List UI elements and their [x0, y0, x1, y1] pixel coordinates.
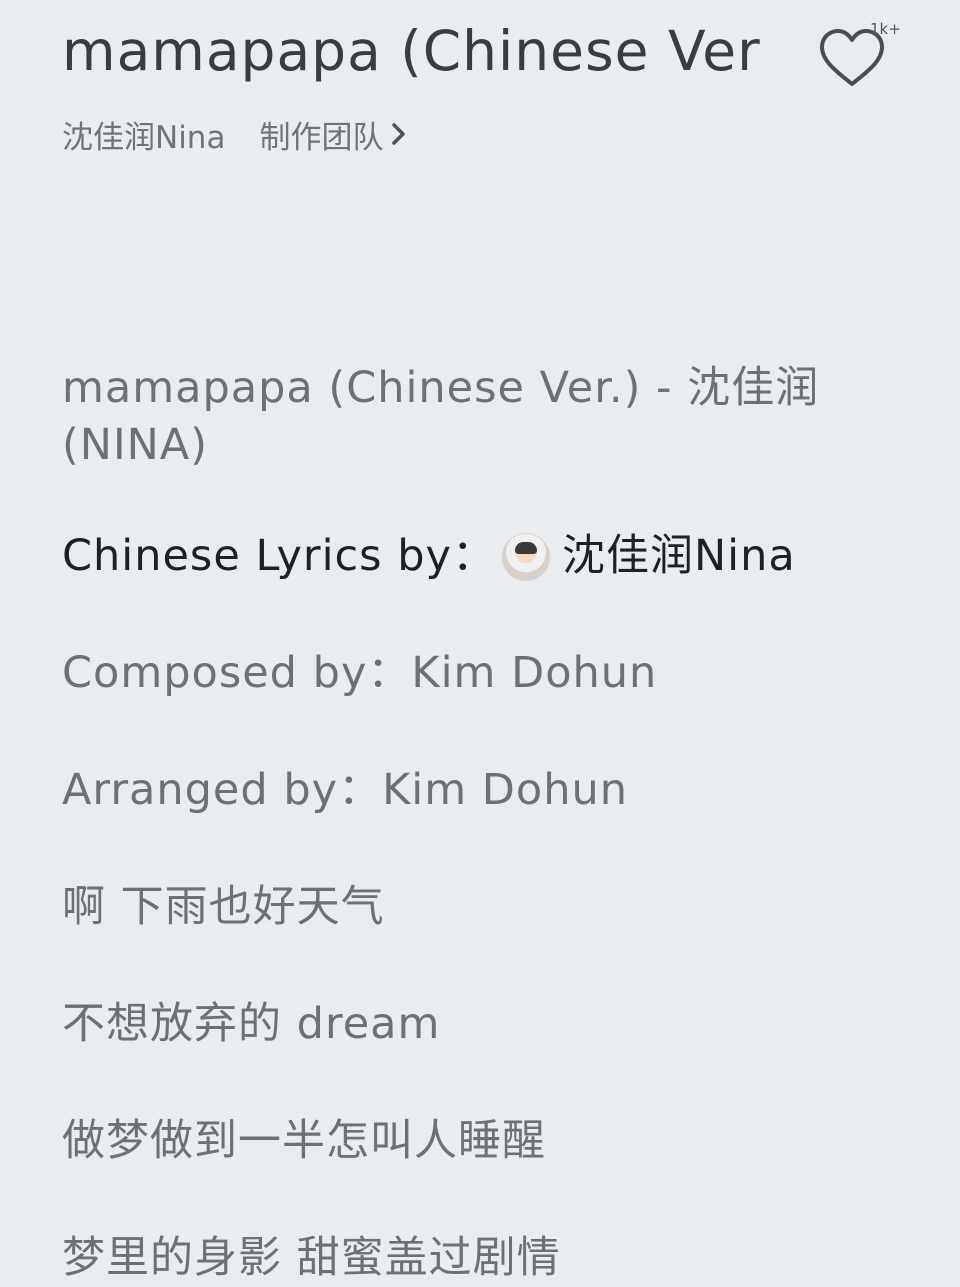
chevron-right-icon	[392, 123, 406, 145]
lyric-line: 啊 下雨也好天气	[62, 882, 385, 932]
like-count: 1k+	[870, 20, 901, 38]
song-title: mamapapa (Chinese Ver.)	[62, 19, 760, 83]
lyric-line: 做梦做到一半怎叫人睡醒	[62, 1116, 546, 1166]
lyrics-credit-row: Chinese Lyrics by： 沈佳润Nina	[62, 528, 842, 585]
lyrics-song-header: mamapapa (Chinese Ver.) - 沈佳润(NINA)	[62, 363, 820, 470]
lyricist-name[interactable]: 沈佳润Nina	[562, 528, 796, 585]
composer-credit: Composed by：Kim Dohun	[62, 648, 658, 698]
like-button[interactable]: 1k+	[812, 20, 901, 94]
lyricist-avatar[interactable]	[502, 532, 550, 581]
production-team-link[interactable]: 制作团队	[259, 112, 407, 157]
production-team-label: 制作团队	[259, 119, 384, 156]
lyric-line: 梦里的身影 甜蜜盖过剧情	[62, 1233, 561, 1283]
lyrics-panel[interactable]: mamapapa (Chinese Ver.) - 沈佳润(NINA) Chin…	[62, 360, 842, 1287]
arranger-credit: Arranged by：Kim Dohun	[62, 765, 628, 815]
song-header: mamapapa (Chinese Ver.) 1k+ 沈佳润Nina 制作团队	[62, 0, 960, 180]
artist-link[interactable]: 沈佳润Nina	[62, 112, 225, 157]
song-meta: 沈佳润Nina 制作团队	[62, 112, 407, 156]
lyric-line: 不想放弃的 dream	[62, 999, 441, 1049]
lyrics-credit-label: Chinese Lyrics by：	[62, 531, 496, 581]
